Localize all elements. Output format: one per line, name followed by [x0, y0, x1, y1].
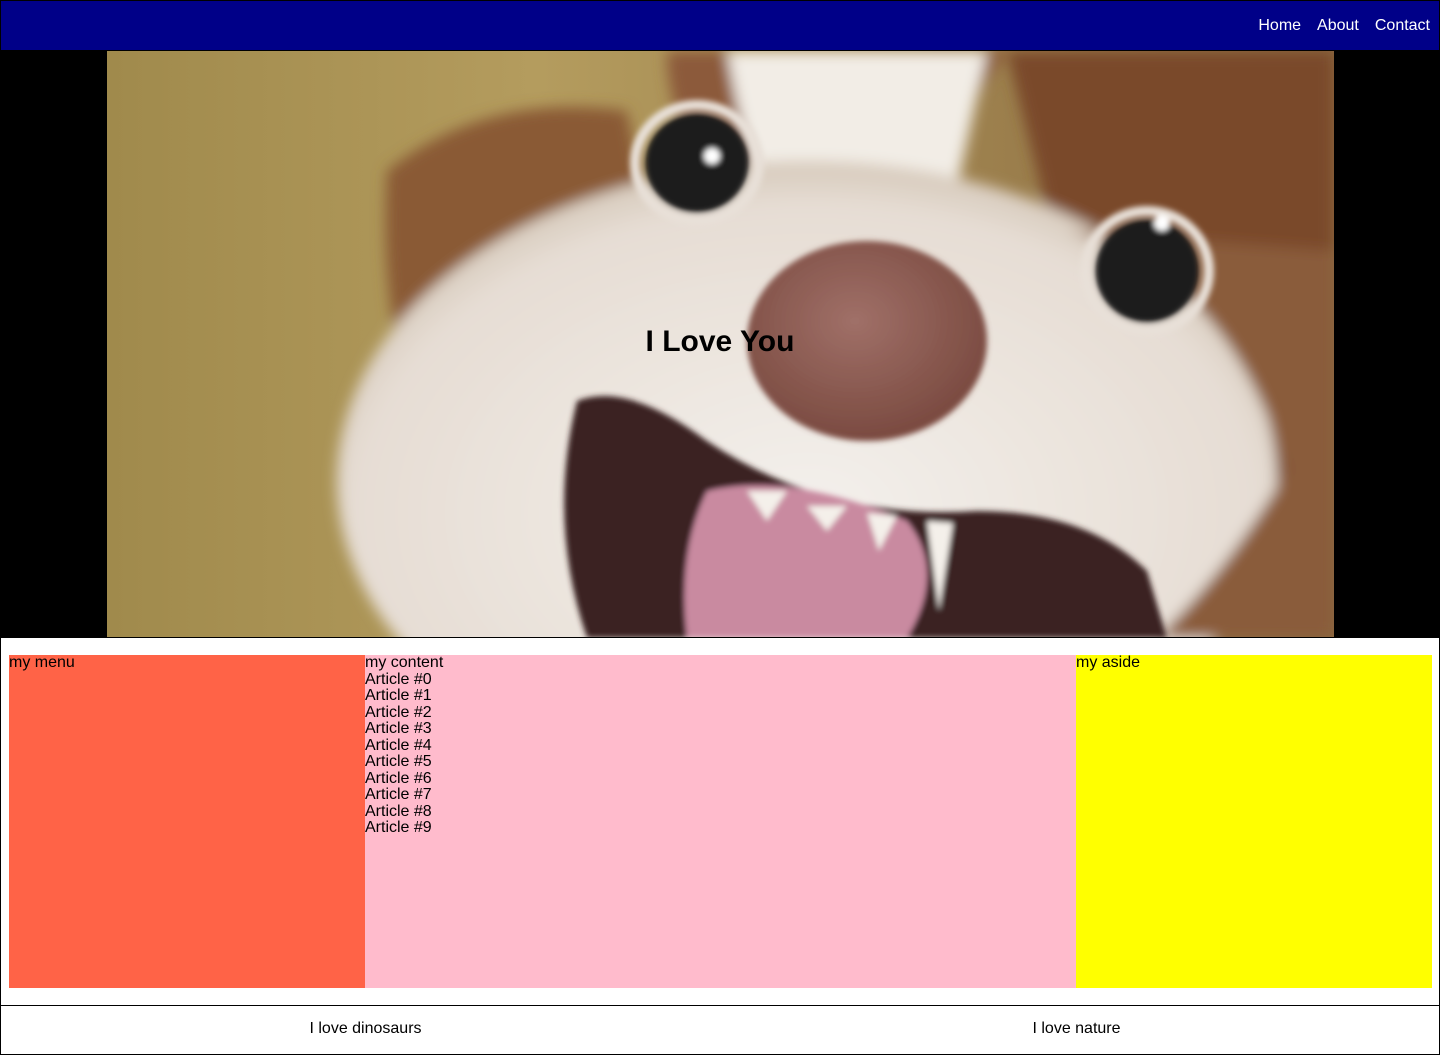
nav-link-contact[interactable]: Contact [1375, 17, 1430, 34]
article-item: Article #6 [365, 769, 432, 787]
article-item: Article #9 [365, 819, 432, 836]
article-item: Article #5 [365, 753, 432, 770]
article-item: Article #8 [365, 802, 432, 820]
content-label: my content [365, 654, 444, 671]
main-section: my menu my content Article #0 Article #1… [0, 637, 1440, 1006]
menu-column: my menu [9, 654, 366, 988]
top-navbar: Home About Contact [0, 0, 1440, 51]
hero-title: I Love You [645, 325, 795, 358]
article-item: Article #0 [365, 670, 432, 688]
menu-label: my menu [9, 654, 75, 671]
footer: I love dinosaurs I love nature [0, 1005, 1440, 1055]
hero-banner: I Love You [0, 51, 1440, 638]
article-item: Article #2 [365, 703, 432, 721]
nav-link-home[interactable]: Home [1258, 17, 1301, 34]
content-column: my content Article #0 Article #1 Article… [365, 654, 1077, 988]
article-item: Article #1 [365, 687, 432, 704]
nav-link-about[interactable]: About [1317, 17, 1359, 34]
footer-text-right: I love nature [1032, 1020, 1121, 1037]
footer-text-left: I love dinosaurs [309, 1020, 422, 1037]
aside-label: my aside [1076, 654, 1141, 671]
aside-column: my aside [1076, 654, 1432, 988]
article-item: Article #3 [365, 720, 432, 737]
page: Home About Contact I Love You my menu my… [0, 0, 1440, 1055]
article-item: Article #4 [365, 736, 432, 754]
article-item: Article #7 [365, 786, 432, 803]
article-list: Article #0 Article #1 Article #2 Article… [365, 670, 1077, 837]
